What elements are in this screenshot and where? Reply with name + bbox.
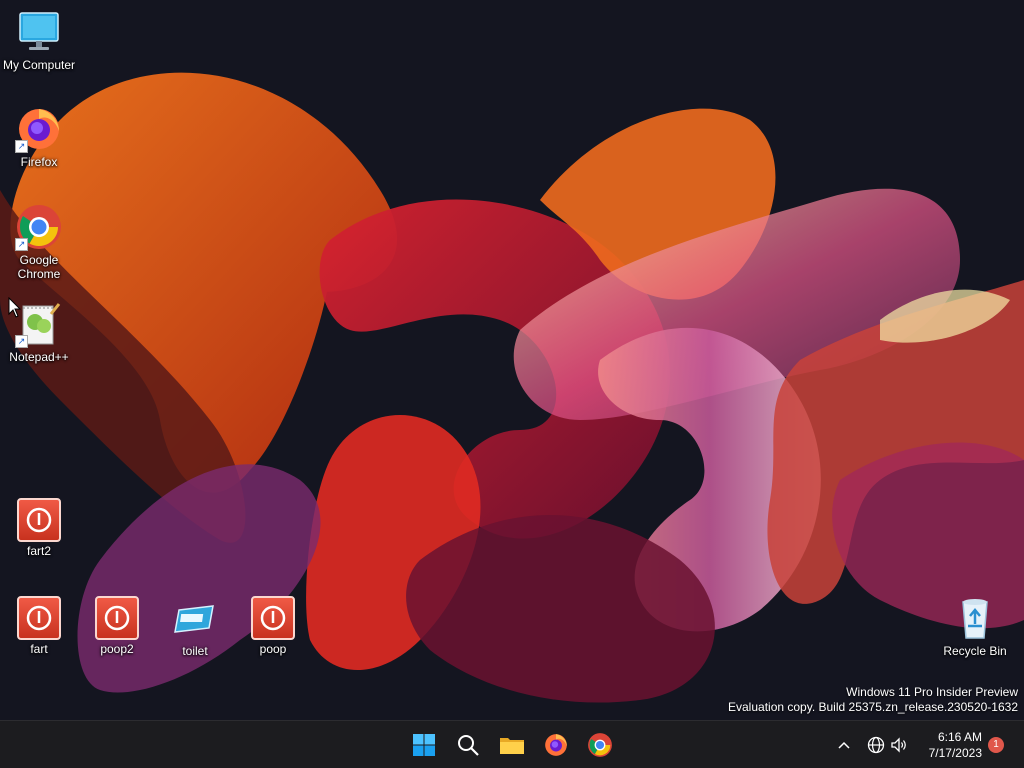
desktop-icon-google-chrome[interactable]: ↗ Google Chrome <box>0 203 78 281</box>
firefox-icon: ↗ <box>15 105 63 153</box>
watermark-line-1: Windows 11 Pro Insider Preview <box>846 685 1018 699</box>
watermark-line-2: Evaluation copy. Build 25375.zn_release.… <box>728 700 1018 714</box>
desktop-icon-fart[interactable]: fart <box>0 594 78 656</box>
desktop-icon-label: fart <box>30 642 48 656</box>
desktop-icon-label: Firefox <box>20 155 58 169</box>
mouse-cursor-icon <box>8 297 22 318</box>
power-icon <box>95 596 139 640</box>
desktop: My Computer ↗ Firefox ↗ Google Chrome ↗ … <box>0 0 1024 720</box>
chevron-up-icon <box>838 741 850 749</box>
network-button[interactable] <box>866 735 886 755</box>
desktop-icon-label: fart2 <box>26 544 51 558</box>
desktop-icon-my-computer[interactable]: My Computer <box>0 8 78 72</box>
notepad-plus-plus-icon: ↗ <box>15 300 63 348</box>
clock-date: 7/17/2023 <box>928 746 982 760</box>
search-button[interactable] <box>451 728 485 762</box>
firefox-taskbar-button[interactable] <box>539 728 573 762</box>
file-explorer-icon <box>500 738 524 754</box>
desktop-icon-label: My Computer <box>2 58 76 72</box>
chrome-icon: ↗ <box>15 203 63 251</box>
speaker-icon <box>891 737 906 753</box>
desktop-icon-label: Notepad++ <box>9 350 69 364</box>
firefox-icon <box>545 734 567 756</box>
recycle-bin-icon <box>951 594 999 642</box>
shortcut-arrow-icon: ↗ <box>15 335 28 348</box>
taskbar: 6:16 AM 7/17/2023 1 <box>0 720 1024 768</box>
ribbon-purple <box>77 464 321 693</box>
volume-button[interactable] <box>889 735 909 755</box>
desktop-icon-poop[interactable]: poop <box>234 594 312 656</box>
start-icon <box>413 734 435 756</box>
desktop-icon-fart2[interactable]: fart2 <box>0 496 78 558</box>
power-icon <box>251 596 295 640</box>
notification-badge[interactable]: 1 <box>988 737 1004 753</box>
start-button[interactable] <box>407 728 441 762</box>
clock-time: 6:16 AM <box>937 730 982 744</box>
evaluation-watermark: Windows 11 Pro Insider Preview Evaluatio… <box>728 685 1018 715</box>
desktop-icon-label: Google Chrome <box>17 253 61 281</box>
desktop-icon-label: toilet <box>182 644 208 658</box>
file-explorer-button[interactable] <box>495 728 529 762</box>
show-hidden-icons-button[interactable] <box>834 735 854 755</box>
search-icon <box>458 735 479 756</box>
power-icon <box>17 498 61 542</box>
desktop-icon-firefox[interactable]: ↗ Firefox <box>0 105 78 169</box>
shortcut-arrow-icon: ↗ <box>15 140 28 153</box>
clock[interactable]: 6:16 AM 7/17/2023 <box>929 729 982 761</box>
desktop-icon-label: Recycle Bin <box>943 644 1007 658</box>
chrome-taskbar-button[interactable] <box>583 728 617 762</box>
desktop-icon-poop2[interactable]: poop2 <box>78 594 156 656</box>
desktop-icon-toilet[interactable]: toilet <box>156 594 234 658</box>
desktop-icon-recycle-bin[interactable]: Recycle Bin <box>936 594 1014 658</box>
shortcut-arrow-icon: ↗ <box>15 238 28 251</box>
toilet-icon <box>171 594 219 642</box>
chrome-icon <box>588 733 612 757</box>
desktop-icon-label: poop <box>259 642 287 656</box>
power-icon <box>17 596 61 640</box>
monitor-icon <box>15 8 63 56</box>
globe-icon <box>867 736 885 754</box>
desktop-icon-label: poop2 <box>100 642 134 656</box>
